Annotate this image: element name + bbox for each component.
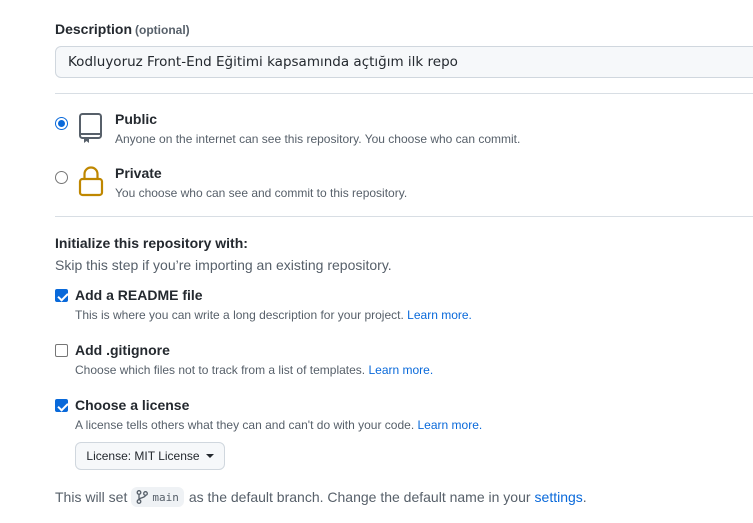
gitignore-label: Add .gitignore bbox=[75, 342, 170, 358]
readme-learn-more-link[interactable]: Learn more. bbox=[407, 308, 472, 322]
public-radio[interactable] bbox=[55, 117, 68, 130]
public-description: Anyone on the internet can see this repo… bbox=[115, 132, 521, 146]
initialize-subtitle: Skip this step if you’re importing an ex… bbox=[55, 257, 392, 273]
divider bbox=[55, 93, 753, 94]
gitignore-learn-more-link[interactable]: Learn more. bbox=[368, 363, 433, 377]
default-branch-note: This will set main as the default branch… bbox=[55, 487, 587, 507]
license-label: Choose a license bbox=[75, 397, 190, 413]
settings-link[interactable]: settings bbox=[535, 489, 583, 505]
license-description: A license tells others what they can and… bbox=[75, 418, 483, 432]
lock-icon bbox=[78, 165, 104, 197]
repo-icon bbox=[78, 112, 104, 144]
readme-description: This is where you can write a long descr… bbox=[75, 308, 472, 322]
license-checkbox[interactable] bbox=[55, 399, 68, 412]
gitignore-checkbox[interactable] bbox=[55, 344, 68, 357]
private-title: Private bbox=[115, 165, 162, 181]
caret-down-icon bbox=[205, 454, 214, 458]
license-learn-more-link[interactable]: Learn more. bbox=[418, 418, 483, 432]
git-branch-icon bbox=[136, 490, 149, 504]
branch-name-chip: main bbox=[131, 487, 184, 507]
private-radio[interactable] bbox=[55, 171, 68, 184]
initialize-title: Initialize this repository with: bbox=[55, 235, 248, 251]
description-label: Description (optional) bbox=[55, 21, 190, 37]
private-description: You choose who can see and commit to thi… bbox=[115, 186, 408, 200]
license-select-button[interactable]: License: MIT License bbox=[75, 442, 225, 470]
gitignore-description: Choose which files not to track from a l… bbox=[75, 363, 434, 377]
cropped-top-text bbox=[0, 0, 753, 2]
license-select-label: License: MIT License bbox=[86, 449, 200, 463]
divider bbox=[55, 216, 753, 217]
readme-checkbox[interactable] bbox=[55, 289, 68, 302]
optional-label: (optional) bbox=[135, 23, 190, 37]
description-input[interactable] bbox=[55, 46, 753, 78]
readme-label: Add a README file bbox=[75, 287, 203, 303]
public-title: Public bbox=[115, 111, 158, 127]
